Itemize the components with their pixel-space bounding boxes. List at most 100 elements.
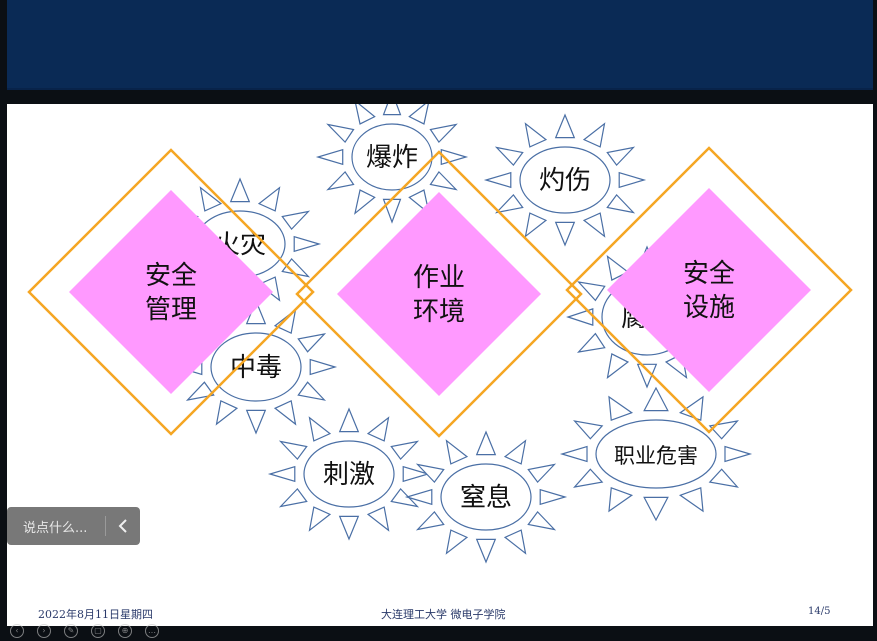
- burst-ray: [606, 146, 636, 167]
- burst-ray: [273, 399, 297, 426]
- zoom-icon[interactable]: ⊕: [118, 624, 132, 638]
- burst-ray: [573, 468, 604, 488]
- burst-ray: [724, 445, 753, 463]
- burst-ray: [429, 170, 458, 191]
- diamond-label: 安全: [145, 261, 197, 291]
- burst-ray: [524, 212, 548, 238]
- burst-ray: [215, 399, 239, 426]
- burst-ray: [315, 148, 344, 166]
- burst-ray: [366, 416, 390, 442]
- burst-ray: [554, 221, 576, 247]
- burst-ray: [678, 395, 704, 421]
- burst-ray: [606, 353, 630, 380]
- burst-label: 职业危害: [614, 444, 698, 468]
- burst-ray: [606, 193, 636, 214]
- slide-header-bar: [7, 0, 873, 90]
- burst-ray: [297, 333, 327, 353]
- burst-ray: [281, 210, 311, 231]
- burst-ray: [308, 506, 332, 532]
- burst-ray: [576, 332, 606, 353]
- diamond-label: 安全: [683, 259, 735, 289]
- comment-box[interactable]: 说点什么...: [7, 507, 140, 545]
- burst-ray: [257, 186, 281, 212]
- burst-ray: [494, 146, 524, 167]
- footer-date: 2022年8月11日星期四: [38, 608, 153, 621]
- burst-label: 窒息: [460, 483, 512, 513]
- burst-ray: [415, 510, 445, 531]
- burst-ray: [338, 515, 360, 541]
- burst-ray: [445, 439, 469, 465]
- footer-institution: 大连理工大学 微电子学院: [381, 608, 506, 621]
- burst-ray: [475, 538, 497, 564]
- burst-ray: [608, 395, 634, 421]
- next-slide-icon[interactable]: ›: [37, 624, 51, 638]
- hazard-burst: 灼伤: [483, 113, 647, 247]
- diamond-label: 设施: [683, 293, 735, 323]
- burst-ray: [382, 104, 402, 116]
- hazard-burst: 职业危害: [559, 386, 753, 522]
- burst-ray: [338, 407, 360, 433]
- comment-placeholder[interactable]: 说点什么...: [7, 517, 105, 536]
- burst-ray: [308, 416, 332, 442]
- collapse-chevron-icon[interactable]: [106, 507, 140, 545]
- burst-label: 刺激: [323, 460, 375, 490]
- burst-ray: [678, 487, 704, 513]
- burst-ray: [524, 122, 548, 148]
- burst-ray: [582, 122, 606, 148]
- burst-ray: [573, 420, 604, 440]
- burst-ray: [429, 123, 458, 144]
- burst-ray: [539, 488, 568, 506]
- burst-ray: [390, 440, 420, 461]
- burst-ray: [382, 198, 402, 224]
- hazard-burst: 窒息: [404, 430, 568, 564]
- burst-label: 爆炸: [366, 143, 418, 173]
- principle-diamond: 安全设施: [565, 146, 853, 434]
- burst-ray: [554, 113, 576, 139]
- burst-ray: [643, 386, 669, 412]
- burst-ray: [278, 440, 308, 461]
- burst-ray: [229, 177, 251, 203]
- burst-ray: [293, 235, 322, 253]
- copy-icon[interactable]: ▢: [91, 624, 105, 638]
- burst-ray: [408, 104, 429, 125]
- hazard-burst: 刺激: [267, 407, 431, 541]
- burst-ray: [267, 465, 296, 483]
- burst-ray: [355, 104, 376, 125]
- burst-ray: [503, 439, 527, 465]
- more-icon[interactable]: …: [145, 624, 159, 638]
- burst-ray: [576, 281, 606, 302]
- burst-ray: [366, 506, 390, 532]
- burst-ray: [354, 189, 376, 215]
- slide-canvas: 爆炸灼伤火灾中毒腐蚀刺激窒息职业危害 安全管理作业环境安全设施: [7, 104, 873, 626]
- burst-ray: [527, 510, 557, 531]
- burst-ray: [494, 193, 524, 214]
- playback-toolbar: ‹ › ✎ ▢ ⊕ …: [10, 624, 159, 641]
- diamond-label: 环境: [413, 297, 465, 327]
- burst-ray: [483, 171, 512, 189]
- diamond-label: 作业: [413, 263, 465, 293]
- burst-ray: [326, 123, 355, 144]
- diamond-label: 管理: [145, 295, 197, 325]
- burst-ray: [503, 529, 527, 555]
- prev-slide-icon[interactable]: ‹: [10, 624, 24, 638]
- footer-page-number: 14/5: [808, 606, 831, 617]
- burst-ray: [582, 212, 606, 238]
- burst-ray: [559, 445, 588, 463]
- burst-ray: [708, 420, 739, 440]
- burst-ray: [309, 358, 338, 376]
- burst-ray: [326, 170, 355, 191]
- burst-ray: [297, 381, 327, 401]
- slide-diagram: 爆炸灼伤火灾中毒腐蚀刺激窒息职业危害 安全管理作业环境安全设施: [27, 104, 853, 564]
- burst-ray: [643, 496, 669, 522]
- burst-ray: [608, 487, 634, 513]
- burst-ray: [527, 463, 557, 484]
- burst-ray: [618, 171, 647, 189]
- burst-ray: [278, 487, 308, 508]
- burst-label: 灼伤: [539, 166, 591, 196]
- burst-ray: [475, 430, 497, 456]
- burst-ray: [445, 529, 469, 555]
- burst-ray: [708, 468, 739, 488]
- burst-ray: [245, 409, 267, 435]
- burst-ray: [185, 381, 215, 401]
- pen-icon[interactable]: ✎: [64, 624, 78, 638]
